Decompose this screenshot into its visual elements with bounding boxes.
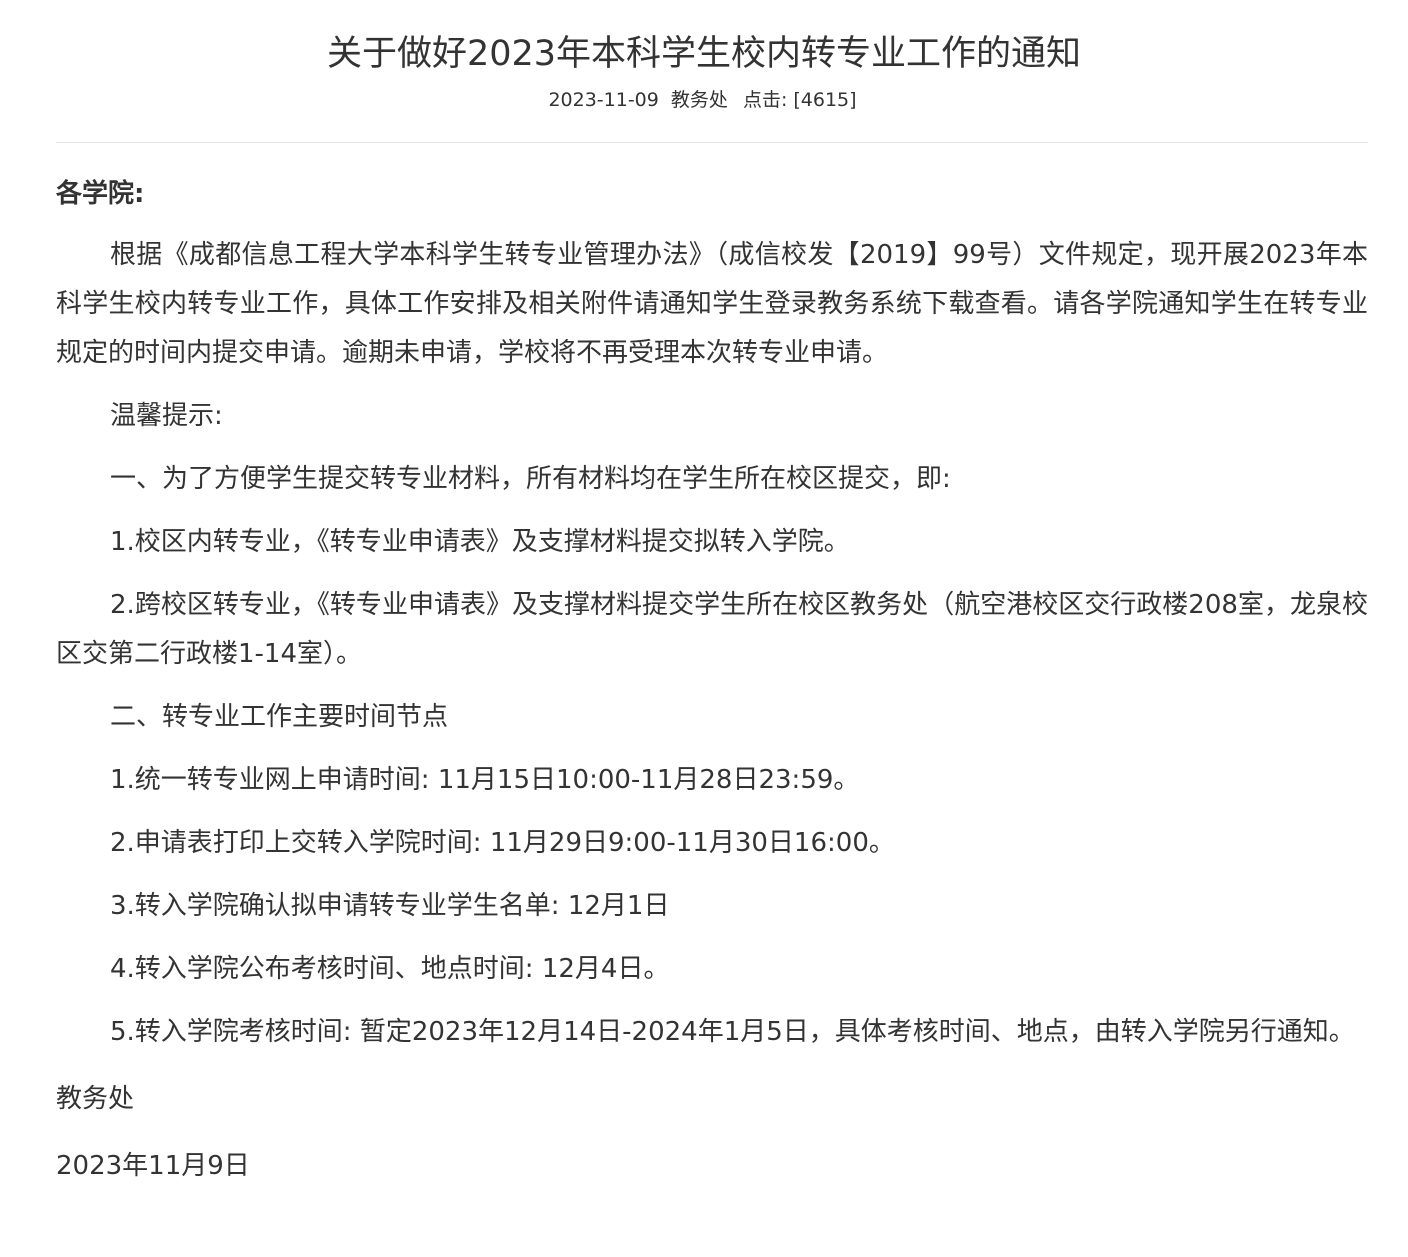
- salutation: 各学院:: [56, 179, 145, 209]
- paragraph-item: 3.转入学院确认拟申请转专业学生名单: 12月1日: [110, 891, 670, 921]
- article-header: 关于做好2023年本科学生校内转专业工作的通知 2023-11-09 教务处 点…: [0, 0, 1408, 112]
- paragraph-item: 1.统一转专业网上申请时间: 11月15日10:00-11月28日23:59。: [110, 765, 860, 795]
- article-body: 各学院: 根据《成都信息工程大学本科学生转专业管理办法》（成信校发【2019】9…: [56, 170, 1368, 1205]
- header-divider: [56, 142, 1368, 143]
- publish-date: 2023-11-09: [548, 89, 659, 111]
- paragraph-section-two: 二、转专业工作主要时间节点: [110, 702, 449, 732]
- click-count-value: [4615]: [793, 89, 857, 111]
- paragraph-item: 1.校区内转专业，《转专业申请表》及支撑材料提交拟转入学院。: [110, 527, 850, 557]
- page-title: 关于做好2023年本科学生校内转专业工作的通知: [326, 34, 1082, 74]
- article-meta: 2023-11-09 教务处 点击: [4615]: [0, 88, 1408, 112]
- paragraph-item: 2.申请表打印上交转入学院时间: 11月29日9:00-11月30日16:00。: [110, 828, 895, 858]
- signature-date: 2023年11月9日: [56, 1151, 250, 1181]
- paragraph-tips-heading: 温馨提示:: [110, 401, 223, 431]
- click-count-label: 点击:: [742, 89, 788, 111]
- paragraph-item: 2.跨校区转专业，《转专业申请表》及支撑材料提交学生所在校区教务处（航空港校区交…: [56, 590, 1368, 669]
- signature-department: 教务处: [56, 1084, 135, 1114]
- article: 关于做好2023年本科学生校内转专业工作的通知 2023-11-09 教务处 点…: [0, 0, 1408, 1257]
- publisher: 教务处: [670, 89, 728, 111]
- click-count: 点击: [4615]: [740, 89, 860, 111]
- paragraph-intro: 根据《成都信息工程大学本科学生转专业管理办法》（成信校发【2019】99号）文件…: [56, 240, 1368, 368]
- paragraph-item: 4.转入学院公布考核时间、地点时间: 12月4日。: [110, 954, 670, 984]
- paragraph-section-one: 一、为了方便学生提交转专业材料，所有材料均在学生所在校区提交，即:: [110, 464, 951, 494]
- paragraph-item: 5.转入学院考核时间: 暂定2023年12月14日-2024年1月5日，具体考核…: [110, 1017, 1355, 1047]
